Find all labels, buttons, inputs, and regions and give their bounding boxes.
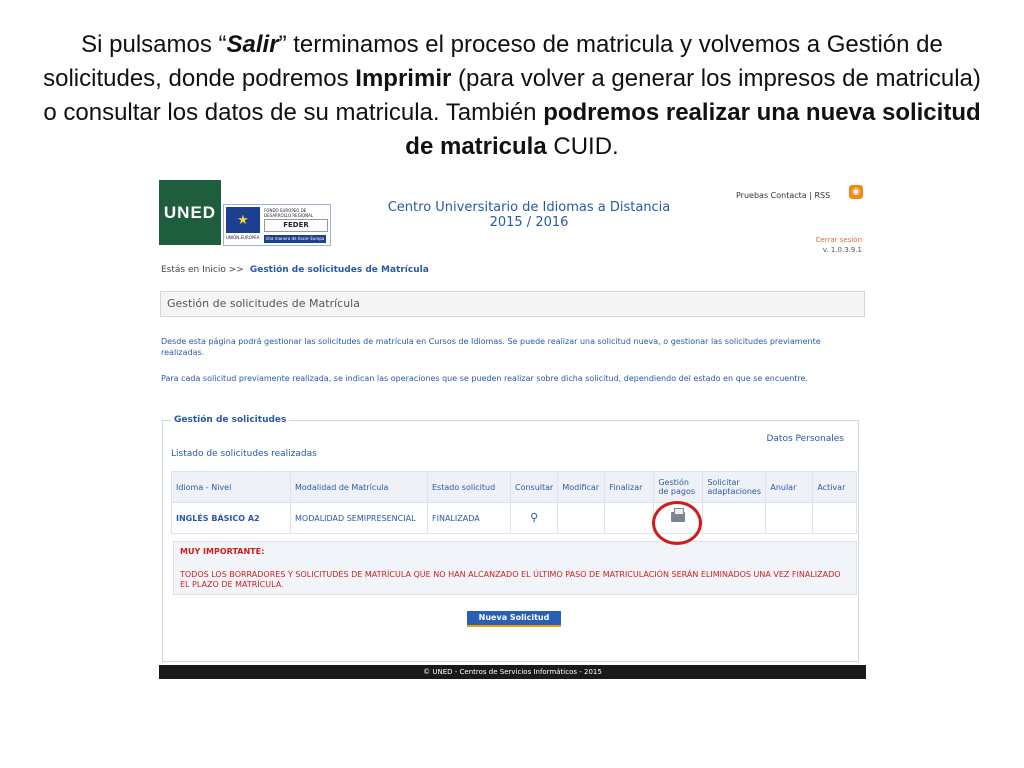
highlight-circle xyxy=(652,501,702,545)
col-header: Solicitar adaptaciones xyxy=(702,471,767,503)
cell-consultar: ⚲ xyxy=(509,502,559,534)
caption-imprimir: Imprimir xyxy=(355,65,452,92)
eu-flag-icon: ★ xyxy=(226,207,260,233)
feder-label: FEDER xyxy=(264,219,328,232)
uned-logo: UNED xyxy=(159,180,221,245)
col-header: Finalizar xyxy=(604,471,655,503)
eu-union-label: UNIÓN EUROPEA xyxy=(226,235,260,240)
col-header: Consultar xyxy=(509,471,559,503)
col-header: Modalidad de Matrícula xyxy=(290,471,428,503)
col-header: Estado solicitud xyxy=(427,471,511,503)
version-label: v. 1.0.3.9.1 xyxy=(822,246,862,254)
site-title-line2: 2015 / 2016 xyxy=(489,215,569,230)
cell-modificar xyxy=(557,502,606,534)
cell-modalidad: MODALIDAD SEMIPRESENCIAL xyxy=(290,502,428,534)
rss-icon[interactable]: ◉ xyxy=(849,185,863,199)
cell-estado: FINALIZADA xyxy=(427,502,511,534)
breadcrumb-current: Gestión de solicitudes de Matrícula xyxy=(249,265,429,275)
screenshot-frame: UNED ★ FONDO EUROPEO DE DESARROLLO REGIO… xyxy=(159,180,866,679)
panel-legend: Gestión de solicitudes xyxy=(171,415,290,425)
solicitudes-panel: Gestión de solicitudes Datos Personales … xyxy=(162,415,859,662)
description-paragraph-2: Para cada solicitud previamente realizad… xyxy=(161,374,808,383)
col-header: Idioma - Nivel xyxy=(171,471,291,503)
caption-part: CUID. xyxy=(546,133,619,160)
cell-idioma: INGLÉS BÁSICO A2 xyxy=(171,502,291,534)
warning-text: TODOS LOS BORRADORES Y SOLICITUDES DE MA… xyxy=(180,570,841,589)
table-row: INGLÉS BÁSICO A2 MODALIDAD SEMIPRESENCIA… xyxy=(171,502,857,534)
listado-label: Listado de solicitudes realizadas xyxy=(171,449,317,459)
footer: © UNED - Centros de Servicios Informátic… xyxy=(159,665,866,679)
cell-activar xyxy=(812,502,857,534)
cell-finalizar xyxy=(604,502,655,534)
page-title-bar: Gestión de solicitudes de Matrícula xyxy=(160,291,865,317)
col-header: Activar xyxy=(812,471,857,503)
eu-slogan: Una manera de hacer Europa xyxy=(264,235,326,243)
col-header: Modificar xyxy=(557,471,606,503)
datos-personales-link[interactable]: Datos Personales xyxy=(766,434,844,444)
cell-anular xyxy=(765,502,814,534)
solicitudes-table: Idioma - Nivel Modalidad de Matrícula Es… xyxy=(171,471,857,534)
table-header-row: Idioma - Nivel Modalidad de Matrícula Es… xyxy=(171,471,857,503)
slide-caption: Si pulsamos “Salir” terminamos el proces… xyxy=(40,28,984,164)
breadcrumb-prefix[interactable]: Estás en Inicio >> xyxy=(161,265,244,275)
col-header: Anular xyxy=(765,471,814,503)
page-title: Gestión de solicitudes de Matrícula xyxy=(167,297,360,310)
magnifier-icon[interactable]: ⚲ xyxy=(528,512,540,524)
top-links[interactable]: Pruebas Contacta | RSS xyxy=(736,191,830,200)
logout-link[interactable]: Cerrar sesión xyxy=(816,236,862,244)
cell-adaptaciones xyxy=(702,502,767,534)
warning-box: MUY IMPORTANTE: TODOS LOS BORRADORES Y S… xyxy=(173,541,857,595)
description-paragraph-1: Desde esta página podrá gestionar las so… xyxy=(161,337,821,357)
nueva-solicitud-button[interactable]: Nueva Solicitud xyxy=(467,611,561,627)
site-title: Centro Universitario de Idiomas a Distan… xyxy=(379,200,679,230)
eu-feder-logo: ★ FONDO EUROPEO DE DESARROLLO REGIONAL F… xyxy=(223,204,331,246)
caption-salir: Salir xyxy=(226,31,279,58)
site-title-line1: Centro Universitario de Idiomas a Distan… xyxy=(387,200,671,215)
eu-fund-text: FONDO EUROPEO DE DESARROLLO REGIONAL xyxy=(264,208,314,218)
col-header: Gestión de pagos xyxy=(653,471,704,503)
caption-part: Si pulsamos “ xyxy=(81,31,227,58)
breadcrumb: Estás en Inicio >> Gestión de solicitudes… xyxy=(161,265,429,275)
warning-title: MUY IMPORTANTE: xyxy=(180,547,265,556)
